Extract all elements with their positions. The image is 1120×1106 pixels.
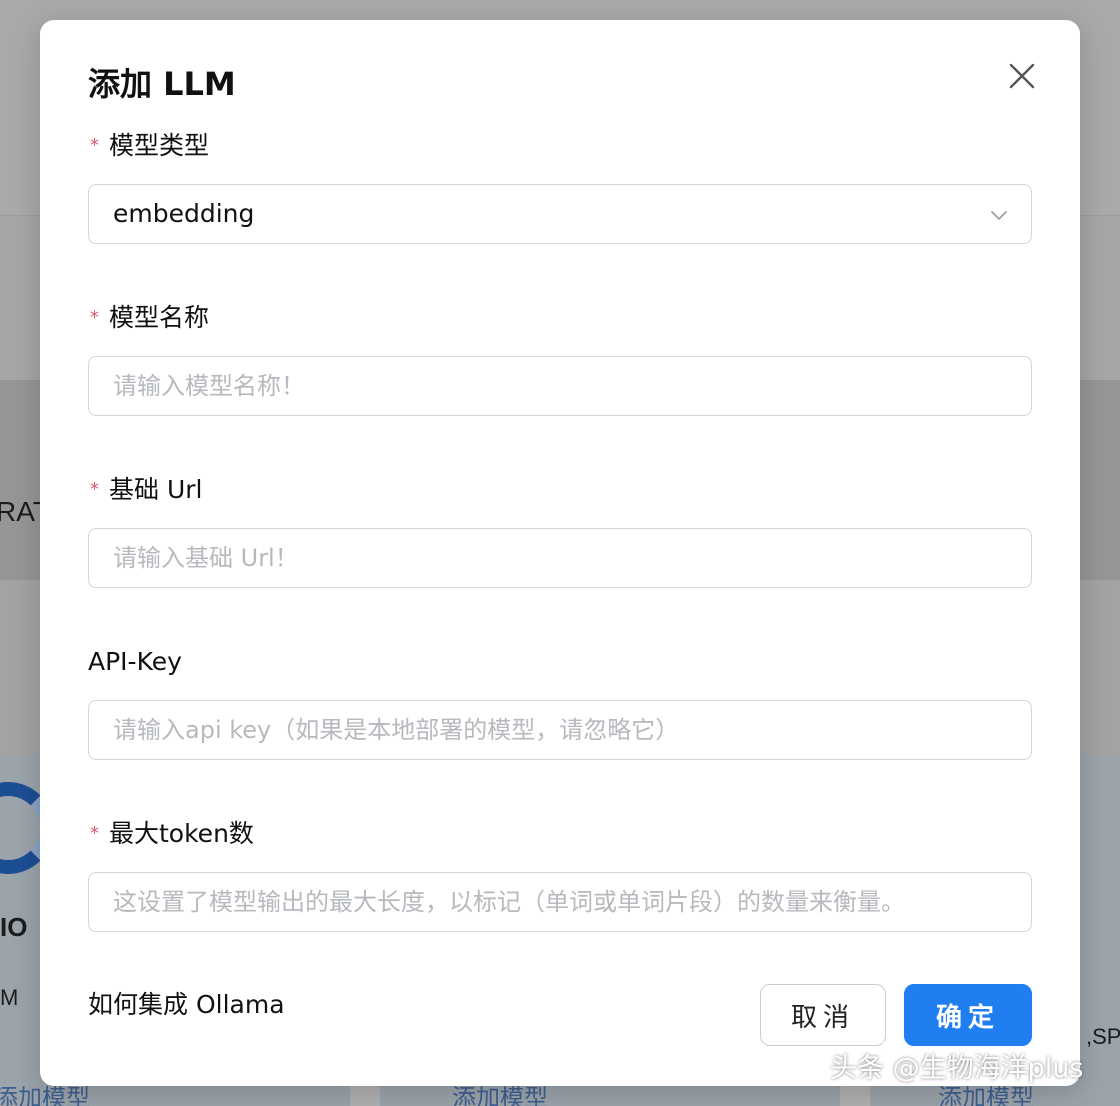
max-tokens-field: * 最大token数 [88, 818, 1032, 932]
model-name-input-wrapper [88, 356, 1032, 416]
backdrop-fragment-text: IO [0, 912, 28, 942]
backdrop-fragment-text: M [0, 985, 19, 1010]
max-tokens-input-wrapper [88, 872, 1032, 932]
base-url-input[interactable] [89, 529, 1031, 587]
model-type-selected-value: embedding [113, 199, 255, 228]
model-type-label: * 模型类型 [88, 130, 1032, 162]
backdrop-chip [840, 1086, 870, 1106]
model-type-label-text: 模型类型 [109, 131, 210, 160]
model-type-select[interactable]: embedding [88, 184, 1032, 244]
required-mark: * [90, 823, 99, 844]
add-llm-dialog: 添加 LLM * 模型类型 embedding * 模型名称 * [40, 20, 1080, 1086]
close-icon [1009, 63, 1035, 89]
base-url-field: * 基础 Url [88, 474, 1032, 588]
watermark-text: 头条 @生物海洋plus [830, 1053, 1084, 1084]
api-key-input-wrapper [88, 700, 1032, 760]
base-url-label: * 基础 Url [88, 474, 1032, 506]
api-key-input[interactable] [89, 701, 1031, 759]
model-name-input[interactable] [89, 357, 1031, 415]
backdrop-chip [350, 1086, 380, 1106]
model-name-label-text: 模型名称 [109, 303, 210, 332]
api-key-label: API-Key [88, 646, 1032, 678]
max-tokens-label: * 最大token数 [88, 818, 1032, 850]
model-type-field: * 模型类型 embedding [88, 130, 1032, 244]
required-mark: * [90, 307, 99, 328]
confirm-button[interactable]: 确定 [904, 984, 1032, 1046]
ollama-help-link[interactable]: 如何集成 Ollama [88, 988, 285, 1022]
chevron-down-icon [991, 211, 1007, 220]
required-mark: * [90, 479, 99, 500]
max-tokens-label-text: 最大token数 [109, 819, 254, 848]
max-tokens-input[interactable] [89, 873, 1031, 931]
model-name-field: * 模型名称 [88, 302, 1032, 416]
cancel-button[interactable]: 取消 [760, 984, 886, 1046]
base-url-label-text: 基础 Url [109, 475, 203, 504]
backdrop-fragment-text: ,SPI [1086, 1024, 1120, 1049]
required-mark: * [90, 135, 99, 156]
api-key-field: API-Key [88, 646, 1032, 760]
base-url-input-wrapper [88, 528, 1032, 588]
dialog-title: 添加 LLM [88, 65, 236, 103]
api-key-label-text: API-Key [88, 647, 182, 676]
close-button[interactable] [1006, 60, 1038, 92]
model-name-label: * 模型名称 [88, 302, 1032, 334]
